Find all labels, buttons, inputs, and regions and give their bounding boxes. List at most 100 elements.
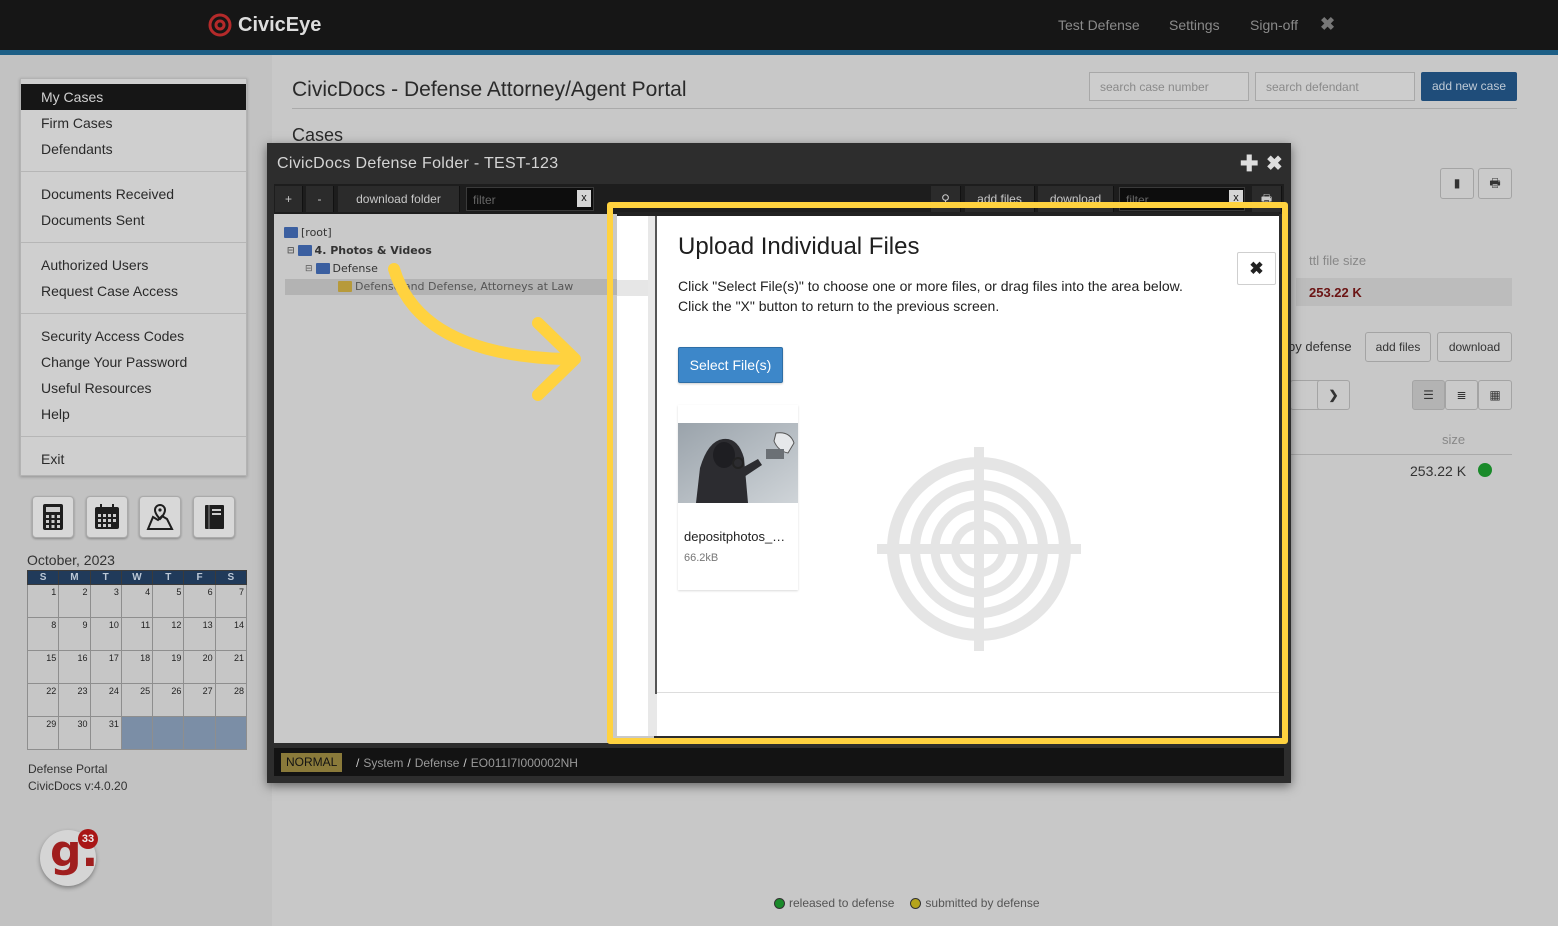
- menu-divider: [21, 171, 246, 172]
- view-detail-button[interactable]: ≣: [1445, 380, 1478, 410]
- calendar-month: October, 2023: [27, 552, 115, 568]
- calendar-day[interactable]: 6: [183, 584, 216, 618]
- breadcrumb-item[interactable]: Defense: [415, 756, 460, 770]
- ttl-file-size-label: ttl file size: [1309, 253, 1367, 268]
- nav-settings[interactable]: Settings: [1169, 17, 1220, 33]
- view-grid-button[interactable]: ▦: [1478, 380, 1512, 410]
- print-button[interactable]: 🖶: [1478, 168, 1512, 199]
- menu-security-access-codes[interactable]: Security Access Codes: [21, 323, 246, 349]
- calendar-day[interactable]: 25: [120, 683, 154, 717]
- calendar-day[interactable]: 5: [152, 584, 185, 618]
- expand-all-button[interactable]: +: [275, 186, 303, 212]
- calendar-day[interactable]: 16: [58, 650, 91, 684]
- detail-list-icon: ≣: [1456, 388, 1467, 402]
- calendar-day[interactable]: 14: [214, 617, 248, 651]
- submitted-dot-icon: [910, 897, 922, 909]
- grid-icon: ▦: [1489, 388, 1501, 402]
- calendar-day[interactable]: 31: [89, 716, 122, 750]
- calendar-day[interactable]: 12: [152, 617, 185, 651]
- calendar-day[interactable]: 2: [58, 584, 91, 618]
- calendar-day-header: S: [26, 570, 60, 585]
- calendar-day[interactable]: 29: [26, 716, 60, 750]
- calendar-day[interactable]: 24: [89, 683, 122, 717]
- calendar-day: [152, 716, 185, 750]
- download-folder-button[interactable]: download folder: [338, 186, 460, 212]
- calendar-day-header: W: [120, 570, 154, 585]
- calendar-day[interactable]: 15: [26, 650, 60, 684]
- dialog-expand-icon[interactable]: ✚: [1240, 151, 1258, 177]
- menu-exit[interactable]: Exit: [21, 446, 246, 472]
- next-page-button[interactable]: ❯: [1317, 380, 1350, 410]
- tree-node-label: Defense: [332, 262, 378, 275]
- calendar-grid: SMTWTFS 1 2 3 4 5 6 7 8 9 10 11 12 13 14 15 16 17 18 19 20 2…: [26, 570, 248, 750]
- calendar-day[interactable]: 19: [152, 650, 185, 684]
- tree-node-root[interactable]: [root]: [284, 226, 332, 239]
- tree-node-defense[interactable]: ⊟ Defense: [305, 262, 378, 275]
- calendar-day[interactable]: 21: [214, 650, 248, 684]
- calendar-day[interactable]: 8: [26, 617, 60, 651]
- calendar-day[interactable]: 11: [120, 617, 154, 651]
- folder-icon: [297, 245, 312, 256]
- breadcrumb-item[interactable]: EO011I7I000002NH: [471, 756, 578, 770]
- nav-sign-off[interactable]: Sign-off: [1250, 17, 1298, 33]
- menu-documents-received[interactable]: Documents Received: [21, 181, 246, 207]
- map-button[interactable]: [139, 496, 181, 538]
- menu-change-password[interactable]: Change Your Password: [21, 349, 246, 375]
- menu-authorized-users[interactable]: Authorized Users: [21, 252, 246, 278]
- calendar-day[interactable]: 4: [120, 584, 154, 618]
- calendar-day[interactable]: 22: [26, 683, 60, 717]
- tree-filter-input[interactable]: filter: [466, 187, 594, 211]
- menu-request-case-access[interactable]: Request Case Access: [21, 278, 246, 304]
- calendar-day[interactable]: 30: [58, 716, 91, 750]
- document-button[interactable]: ▮: [1440, 168, 1474, 199]
- calendar-day[interactable]: 26: [152, 683, 185, 717]
- calendar-day[interactable]: 17: [89, 650, 122, 684]
- tree-filter-clear-button[interactable]: x: [577, 190, 591, 207]
- calendar-day-header: T: [89, 570, 122, 585]
- calendar-day[interactable]: 10: [89, 617, 122, 651]
- calendar-week: 22 23 24 25 26 27 28: [26, 683, 248, 717]
- add-files-button[interactable]: add files: [1365, 332, 1431, 362]
- menu-useful-resources[interactable]: Useful Resources: [21, 375, 246, 401]
- breadcrumb-item[interactable]: System: [363, 756, 403, 770]
- calendar-day[interactable]: 13: [183, 617, 216, 651]
- calculator-button[interactable]: [32, 496, 74, 538]
- calendar-day: [120, 716, 154, 750]
- nav-test-defense[interactable]: Test Defense: [1058, 17, 1140, 33]
- calendar-day[interactable]: 20: [183, 650, 216, 684]
- calendar-button[interactable]: [86, 496, 128, 538]
- calculator-icon: [43, 504, 63, 530]
- tree-node-label: [root]: [301, 226, 332, 239]
- add-new-case-button[interactable]: add new case: [1421, 72, 1517, 101]
- calendar-day[interactable]: 28: [214, 683, 248, 717]
- nav-close-icon[interactable]: ✖: [1320, 14, 1335, 35]
- menu-firm-cases[interactable]: Firm Cases: [21, 110, 246, 136]
- calendar-day[interactable]: 27: [183, 683, 216, 717]
- menu-defendants[interactable]: Defendants: [21, 136, 246, 162]
- brand-logo[interactable]: CivicEye: [208, 11, 321, 39]
- calendar-day[interactable]: 18: [120, 650, 154, 684]
- collapse-toggle-icon[interactable]: ⊟: [287, 246, 295, 256]
- menu-documents-sent[interactable]: Documents Sent: [21, 207, 246, 233]
- calendar-day[interactable]: 9: [58, 617, 91, 651]
- search-case-number-input[interactable]: search case number: [1089, 72, 1249, 101]
- released-status-icon: [1478, 463, 1492, 477]
- book-button[interactable]: [193, 496, 235, 538]
- view-list-button[interactable]: ☰: [1412, 380, 1445, 410]
- calendar-day[interactable]: 7: [214, 584, 248, 618]
- dialog-close-icon[interactable]: ✖: [1266, 151, 1283, 176]
- search-defendant-input[interactable]: search defendant: [1255, 72, 1415, 101]
- calendar-day-header: F: [183, 570, 216, 585]
- download-button[interactable]: download: [1437, 332, 1512, 362]
- calendar-week: 8 9 10 11 12 13 14: [26, 617, 248, 651]
- menu-help[interactable]: Help: [21, 401, 246, 427]
- calendar-day[interactable]: 1: [26, 584, 60, 618]
- collapse-all-button[interactable]: -: [306, 186, 334, 212]
- collapse-toggle-icon[interactable]: ⊟: [305, 264, 313, 274]
- menu-divider: [21, 313, 246, 314]
- calendar-day[interactable]: 3: [89, 584, 122, 618]
- calendar-day[interactable]: 23: [58, 683, 91, 717]
- menu-my-cases[interactable]: My Cases: [21, 84, 246, 110]
- status-legend: released to defense submitted by defense: [774, 896, 1040, 910]
- calendar-day-header: M: [58, 570, 91, 585]
